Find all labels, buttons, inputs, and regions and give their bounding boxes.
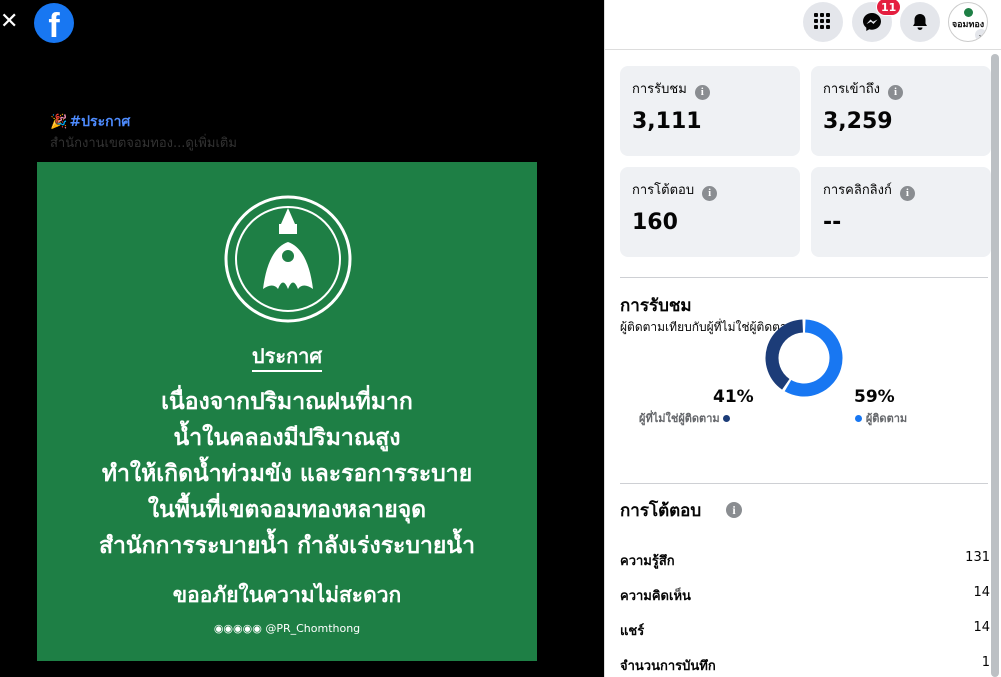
chevron-down-icon[interactable]: ⌄ [975,29,987,41]
stat-label: การโต้ตอบ [632,183,695,198]
row-value: 14 [973,620,990,635]
row-label: ความคิดเห็น [620,589,691,604]
info-icon[interactable]: i [726,502,742,518]
top-navigation: 11 จอมทอง ⌄ [605,0,1001,50]
stat-card-link-clicks: การคลิกลิงก์ i -- [811,167,991,257]
engagement-row-shares: แชร์ 14 [620,620,990,639]
legend-label: ผู้ที่ไม่ใช่ผู้ติดตาม [639,412,720,425]
bangkok-seal-icon [224,195,352,323]
legend-dot [855,415,862,422]
row-value: 1 [981,655,990,670]
non-followers-percent: 41% [713,387,754,407]
followers-legend: ผู้ติดตาม [855,409,907,427]
engagement-section-title: การโต้ตอบ [620,501,702,521]
avatar-logo-mark [964,8,973,17]
divider [620,277,988,278]
row-value: 14 [973,585,990,600]
info-icon[interactable]: i [888,85,904,100]
poster-social-handle: ◉◉◉◉◉ @PR_Chomthong [213,622,361,635]
non-followers-slice [765,319,804,390]
stat-card-views: การรับชม i 3,111 [620,66,800,156]
engagement-row-comments: ความคิดเห็น 14 [620,585,990,604]
row-label: ความรู้สึก [620,554,675,569]
post-viewer: ✕ f 🎉 #ประกาศ สำนักงานเขตจอมทอง...ดูเพิ่ม… [0,0,1001,677]
announcement-image: ประกาศ เนื่องจากปริมาณฝนที่มาก น้ำในคลอง… [37,162,537,661]
poster-line: ในพื้นที่เขตจอมทองหลายจุด [147,497,427,523]
info-icon[interactable]: i [899,186,915,201]
info-icon[interactable]: i [694,85,710,100]
poster-line: ทำให้เกิดน้ำท่วมขัง และรอการระบาย [101,461,473,487]
poster-title: ประกาศ [37,340,537,372]
stat-value: -- [823,210,842,235]
stat-label: การเข้าถึง [823,82,881,97]
row-label: แชร์ [620,624,645,639]
stat-label: การคลิกลิงก์ [823,183,892,198]
legend-label: ผู้ติดตาม [865,412,908,425]
messenger-button[interactable]: 11 [852,0,902,42]
poster-line: สำนักการระบายน้ำ กำลังเร่งระบายน้ำ [98,533,476,559]
row-value: 131 [965,550,990,565]
info-icon[interactable]: i [702,186,718,201]
divider [620,483,988,484]
menu-button[interactable] [803,2,843,42]
views-section-title: การรับชม [620,296,692,316]
close-icon[interactable]: ✕ [0,10,18,34]
notification-badge: 11 [876,0,902,16]
insights-panel: 11 จอมทอง ⌄ การรับชม i 3,111 การเข้าถึง i … [604,0,1001,677]
poster-line: เนื่องจากปริมาณฝนที่มาก [161,389,413,415]
post-caption[interactable]: 🎉 #ประกาศ [50,111,130,133]
stat-label: การรับชม [632,82,687,97]
followers-slice [784,319,843,397]
facebook-logo[interactable]: f [34,3,74,43]
photo-viewer: ✕ f 🎉 #ประกาศ สำนักงานเขตจอมทอง...ดูเพิ่ม… [0,0,604,677]
engagement-row-saves: จำนวนการบันทึก 1 [620,655,990,674]
row-label: จำนวนการบันทึก [620,659,716,674]
menu-grid-icon [814,13,830,29]
engagement-row-reactions: ความรู้สึก 131 [620,550,990,569]
stat-card-engagement: การโต้ตอบ i 160 [620,167,800,257]
followers-percent: 59% [854,387,895,407]
legend-dot [723,415,731,422]
party-popper-icon: 🎉 [50,114,68,130]
panel-scrollbar[interactable] [991,54,999,677]
account-avatar[interactable]: จอมทอง ⌄ [948,2,988,42]
caption-preview[interactable]: สำนักงานเขตจอมทอง...ดูเพิ่มเติม [50,132,237,153]
stat-value: 3,259 [823,109,893,134]
followers-donut-chart [765,319,843,397]
poster-message: เนื่องจากปริมาณฝนที่มาก น้ำในคลองมีปริมา… [37,384,537,564]
poster-apology: ขออภัยในความไม่สะดวก [172,583,402,607]
messenger-icon [863,13,881,31]
notifications-button[interactable] [900,2,940,42]
bell-icon [913,14,927,30]
non-followers-legend: ผู้ที่ไม่ใช่ผู้ติดตาม [639,409,731,427]
caption-hashtag[interactable]: #ประกาศ [69,114,130,130]
stat-value: 160 [632,210,678,235]
stat-card-reach: การเข้าถึง i 3,259 [811,66,991,156]
poster-line: น้ำในคลองมีปริมาณสูง [173,425,401,451]
stat-value: 3,111 [632,109,702,134]
